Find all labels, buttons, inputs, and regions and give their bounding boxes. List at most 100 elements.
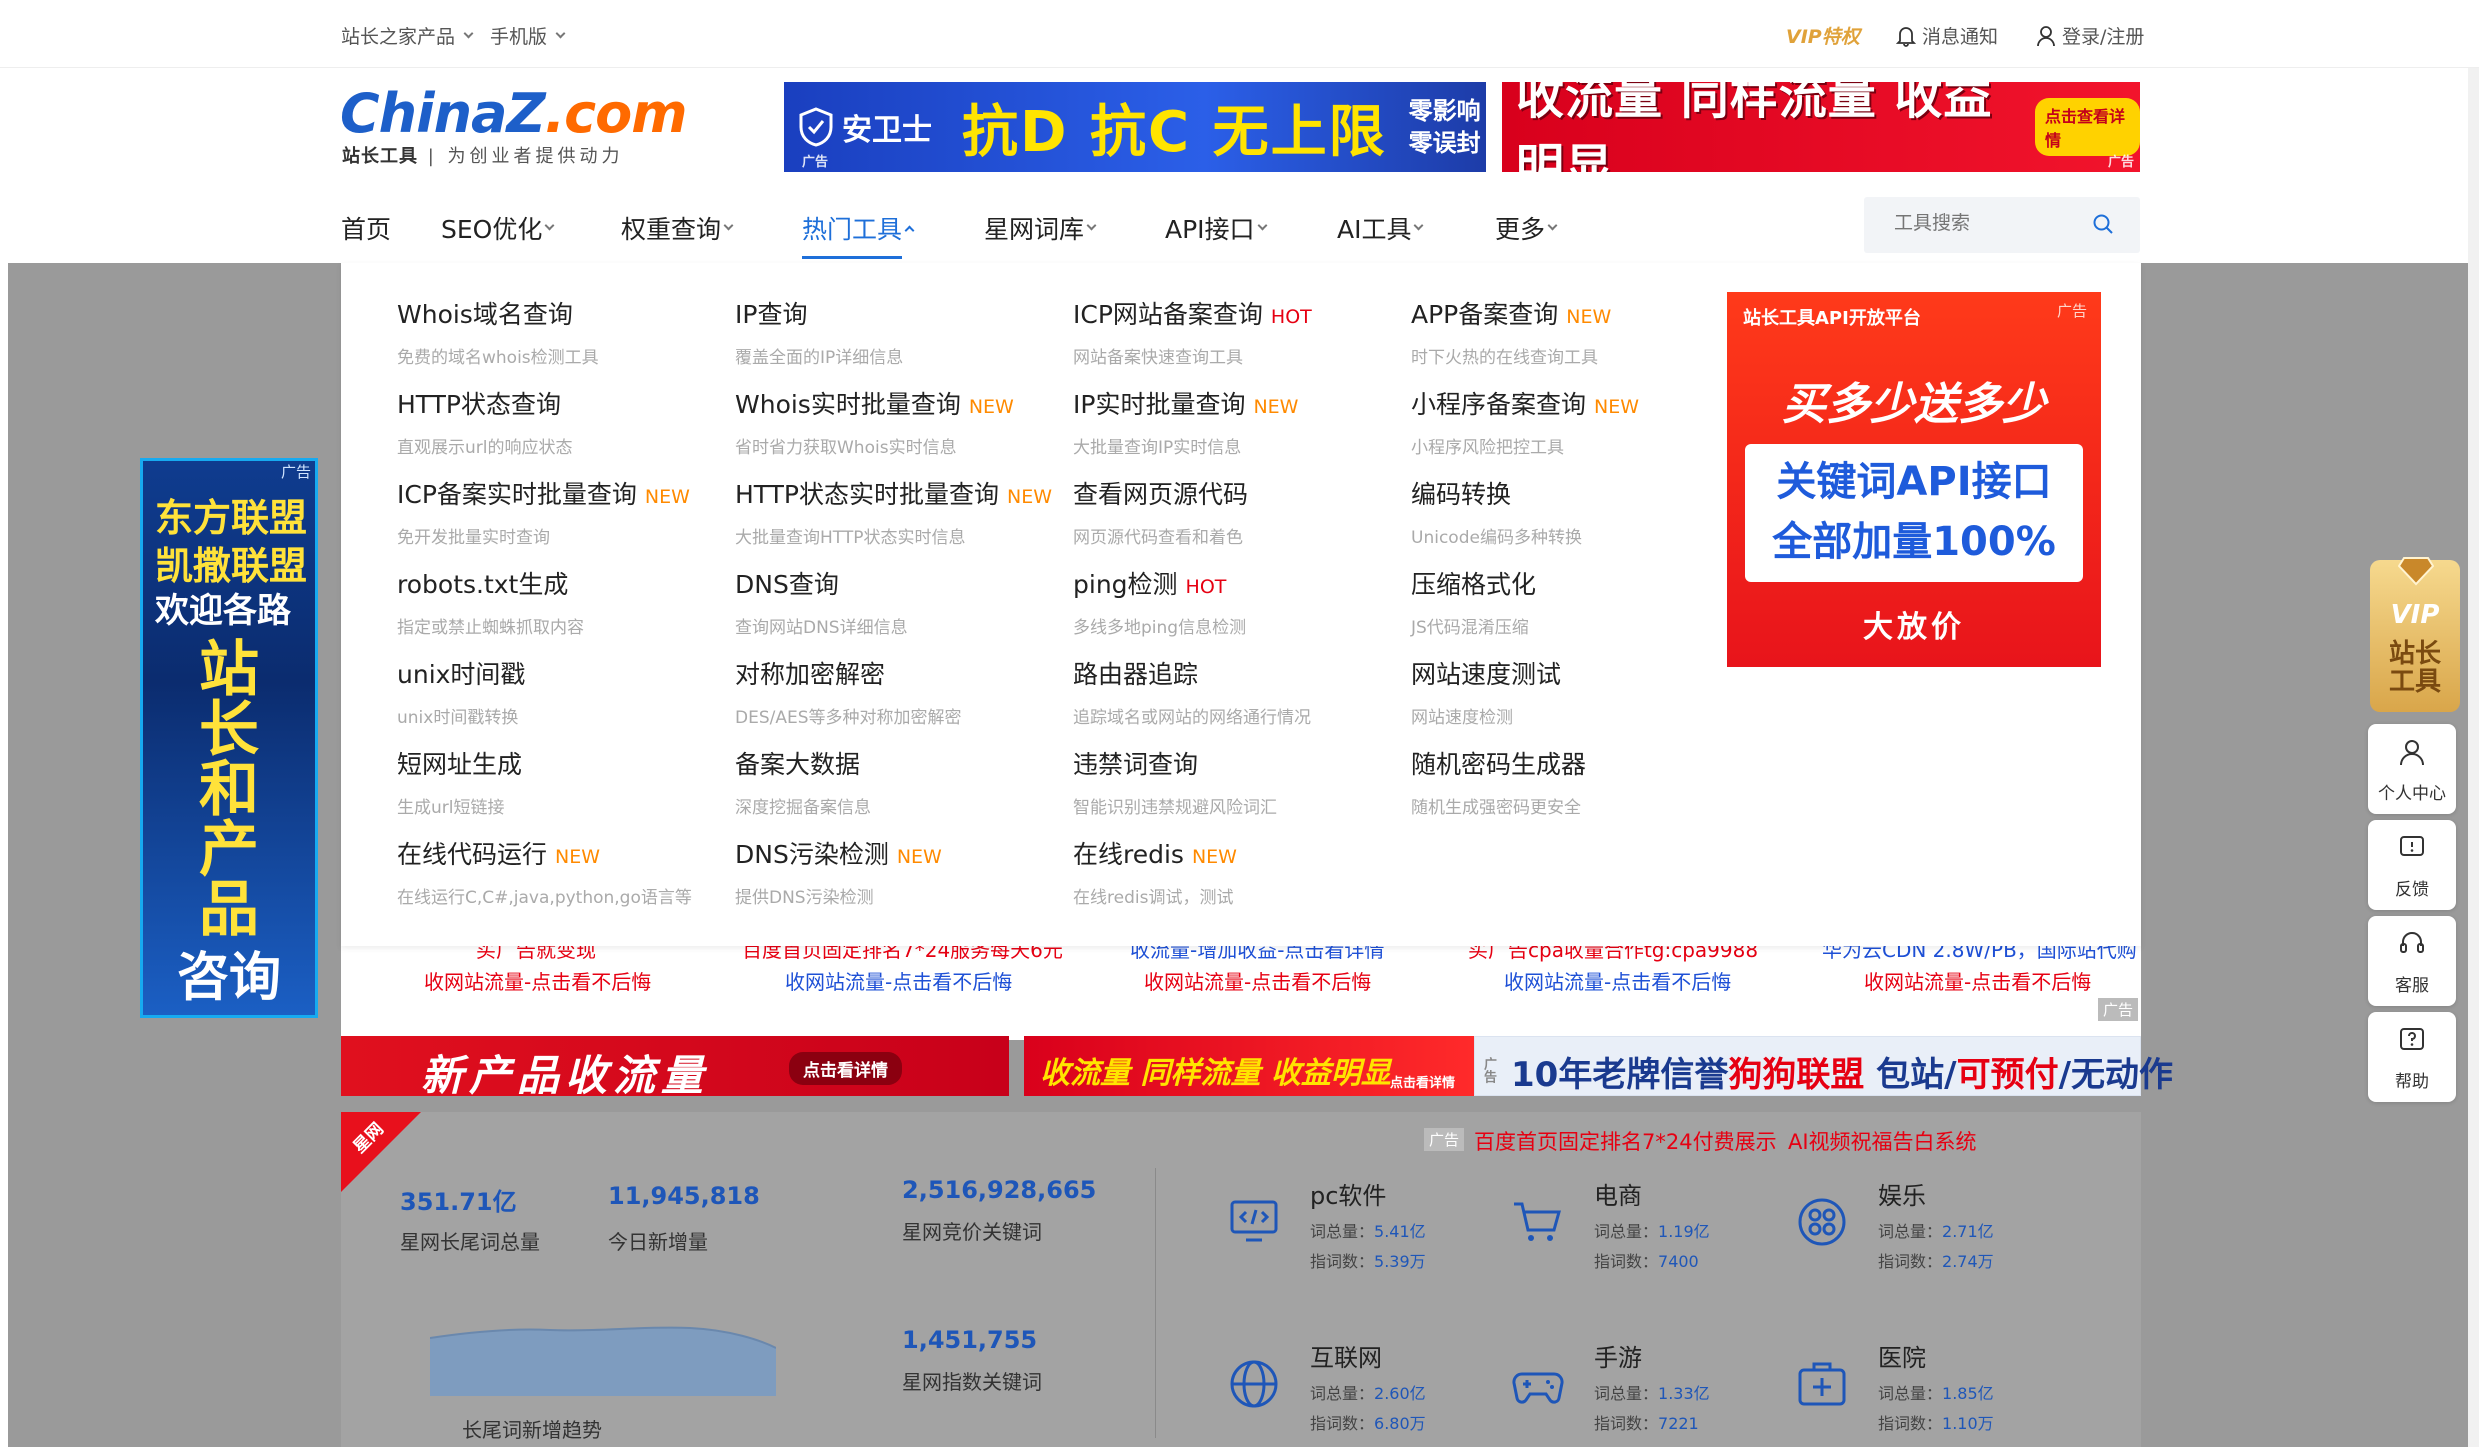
- nav-hot-tools[interactable]: 热门工具: [802, 210, 915, 246]
- nav-more[interactable]: 更多: [1495, 210, 1558, 246]
- side-ad-alliance[interactable]: 广告 东方联盟 凯撒联盟 欢迎各路 站 长 和 产 品 咨询: [140, 458, 318, 1018]
- cart-icon: [1514, 1202, 1561, 1241]
- category-card[interactable]: 电商 词总量：1.19亿 指词数：7400: [1510, 1168, 1770, 1288]
- tool-item[interactable]: 在线redis NEW 在线redis调试，测试: [1073, 835, 1393, 908]
- vip-link[interactable]: VIP特权: [1786, 22, 1860, 49]
- tool-item[interactable]: DNS查询 查询网站DNS详细信息: [735, 565, 1055, 638]
- tool-item[interactable]: Whois实时批量查询 NEW 省时省力获取Whois实时信息: [735, 385, 1055, 458]
- bid-label: 星网竞价关键词: [902, 1220, 1042, 1244]
- tool-item[interactable]: ICP网站备案查询 HOT 网站备案快速查询工具: [1073, 295, 1393, 368]
- category-total-line: 词总量：1.19亿: [1594, 1218, 1710, 1242]
- category-card[interactable]: pc软件 词总量：5.41亿 指词数：5.39万: [1226, 1168, 1486, 1288]
- tool-name-text: 编码转换: [1411, 480, 1512, 509]
- login-link[interactable]: 登录/注册: [2036, 22, 2144, 49]
- promo-link[interactable]: 百度首页固定排名7*24付费展示: [1474, 1126, 1777, 1156]
- ad-link[interactable]: 收网站流量-点击看不后悔: [1144, 966, 1371, 995]
- tool-name-text: 网站速度测试: [1411, 660, 1562, 689]
- tool-item[interactable]: ping检测 HOT 多线多地ping信息检测: [1073, 565, 1393, 638]
- notify-link[interactable]: 消息通知: [1896, 22, 1998, 49]
- float-personal-center[interactable]: 个人中心: [2368, 724, 2456, 814]
- tool-item[interactable]: APP备案查询 NEW 时下火热的在线查询工具: [1411, 295, 1731, 368]
- new-badge: NEW: [644, 486, 690, 508]
- ad-banner-anti-ddos[interactable]: 安卫士 抗D 抗C 无上限 零影响 零误封 广告: [784, 82, 1486, 172]
- products-menu[interactable]: 站长之家产品: [341, 22, 474, 49]
- tool-item[interactable]: Whois域名查询 免费的域名whois检测工具: [397, 295, 717, 368]
- category-total-line: 词总量：2.71亿: [1878, 1218, 1994, 1242]
- mobile-menu[interactable]: 手机版: [490, 22, 566, 49]
- tool-item[interactable]: 查看网页源代码 网页源代码查看和着色: [1073, 475, 1393, 548]
- notify-label: 消息通知: [1922, 26, 1999, 48]
- ad-banner-new-product[interactable]: 新产品收流量 点击看详情: [341, 1036, 1009, 1100]
- ad-link[interactable]: 收网站流量-点击看不后悔: [424, 966, 651, 995]
- category-index-label: 指词数：: [1878, 1252, 1943, 1271]
- tool-name-text: 违禁词查询: [1073, 750, 1199, 779]
- float-help[interactable]: 帮助: [2368, 1012, 2456, 1102]
- tool-item[interactable]: DNS污染检测 NEW 提供DNS污染检测: [735, 835, 1055, 908]
- tool-name-text: DNS查询: [735, 570, 839, 599]
- bell-icon: [1896, 26, 1916, 47]
- float-feedback[interactable]: 反馈: [2368, 820, 2456, 910]
- nav-xingwang[interactable]: 星网词库: [984, 210, 1097, 246]
- tool-item[interactable]: IP查询 覆盖全面的IP详细信息: [735, 295, 1055, 368]
- tool-item[interactable]: unix时间戳 unix时间戳转换: [397, 655, 717, 728]
- tool-name-text: ICP网站备案查询: [1073, 300, 1263, 329]
- ad-banner-traffic-small[interactable]: 收流量 同样流量 收益明显 点击看详情: [1024, 1036, 1474, 1096]
- ad-banner-traffic[interactable]: 收流量 同样流量 收益明显 点击查看详情 广告: [1502, 82, 2140, 172]
- ad-link[interactable]: 收网站流量-点击看不后悔: [1504, 966, 1731, 995]
- tool-item[interactable]: HTTP状态实时批量查询 NEW 大批量查询HTTP状态实时信息: [735, 475, 1055, 548]
- scrollbar-track[interactable]: [2468, 0, 2479, 1447]
- nav-weight[interactable]: 权重查询: [621, 210, 734, 246]
- tool-item[interactable]: 短网址生成 生成url短链接: [397, 745, 717, 818]
- tool-item[interactable]: 压缩格式化 JS代码混淆压缩: [1411, 565, 1731, 638]
- category-card[interactable]: 手游 词总量：1.33亿 指词数：7221: [1510, 1330, 1770, 1447]
- tool-item[interactable]: 小程序备案查询 NEW 小程序风险把控工具: [1411, 385, 1731, 458]
- tool-description: 随机生成强密码更安全: [1411, 798, 1581, 818]
- tool-item[interactable]: 对称加密解密 DES/AES等多种对称加密解密: [735, 655, 1055, 728]
- category-total: 2.71亿: [1942, 1222, 1994, 1241]
- promo-link[interactable]: AI视频祝福告白系统: [1788, 1126, 1977, 1156]
- ad-link[interactable]: 收网站流量-点击看不后悔: [785, 966, 1012, 995]
- category-card[interactable]: 互联网 词总量：2.60亿 指词数：6.80万: [1226, 1330, 1486, 1447]
- tool-name-text: ping检测: [1073, 570, 1178, 599]
- ad-label: 广告: [2107, 155, 2134, 170]
- vip-float-sub: 站长工具: [2388, 639, 2441, 697]
- nav-seo-label: SEO优化: [441, 215, 543, 244]
- tool-item[interactable]: HTTP状态查询 直观展示url的响应状态: [397, 385, 717, 458]
- ad-banner-gougou[interactable]: 10年老牌信誉狗狗联盟 包站/可预付/无动作 广告: [1474, 1036, 2173, 1096]
- category-total-line: 词总量：2.60亿: [1310, 1380, 1426, 1404]
- float-service-label: 客服: [2395, 976, 2429, 996]
- category-name: 手游: [1594, 1344, 1642, 1372]
- tool-item[interactable]: 编码转换 Unicode编码多种转换: [1411, 475, 1731, 548]
- chevron-down-icon: [544, 220, 555, 231]
- tool-item[interactable]: ICP备案实时批量查询 NEW 免开发批量实时查询: [397, 475, 717, 548]
- category-name: 娱乐: [1878, 1182, 1926, 1210]
- category-card[interactable]: 医院 词总量：1.85亿 指词数：1.10万: [1794, 1330, 2054, 1447]
- tool-item[interactable]: 路由器追踪 追踪域名或网站的网络通行情况: [1073, 655, 1393, 728]
- api-platform-ad[interactable]: 站长工具API开放平台 广告 买多少送多少 关键词API接口 全部加量100% …: [1727, 292, 2101, 667]
- tool-item[interactable]: robots.txt生成 指定或禁止蜘蛛抓取内容: [397, 565, 717, 638]
- float-feedback-label: 反馈: [2395, 880, 2429, 900]
- tool-name-text: DNS污染检测: [735, 840, 889, 869]
- float-service[interactable]: 客服: [2368, 916, 2456, 1006]
- nav-ai-tools[interactable]: AI工具: [1337, 210, 1424, 246]
- tool-name-text: 小程序备案查询: [1411, 390, 1587, 419]
- tool-item[interactable]: 违禁词查询 智能识别违禁规避风险词汇: [1073, 745, 1393, 818]
- tool-item[interactable]: 随机密码生成器 随机生成强密码更安全: [1411, 745, 1731, 818]
- site-logo[interactable]: ChinaZ.com: [340, 82, 688, 145]
- category-card[interactable]: 娱乐 词总量：2.71亿 指词数：2.74万: [1794, 1168, 2054, 1288]
- nav-home[interactable]: 首页: [341, 210, 391, 246]
- ad-link[interactable]: 收网站流量-点击看不后悔: [1864, 966, 2091, 995]
- tool-item[interactable]: 备案大数据 深度挖掘备案信息: [735, 745, 1055, 818]
- search-icon[interactable]: [2092, 213, 2114, 235]
- bar3-part-a: 10年老牌信誉: [1511, 1055, 1729, 1095]
- bar2-cta: 点击看详情: [1390, 1076, 1456, 1091]
- tool-item[interactable]: 网站速度测试 网站速度检测: [1411, 655, 1731, 728]
- tool-item[interactable]: 在线代码运行 NEW 在线运行C,C#,java,python,go语言等: [397, 835, 717, 908]
- tool-description: 小程序风险把控工具: [1411, 438, 1564, 458]
- nav-api[interactable]: API接口: [1165, 210, 1268, 246]
- tool-item[interactable]: IP实时批量查询 NEW 大批量查询IP实时信息: [1073, 385, 1393, 458]
- vip-float-badge[interactable]: VIP 站长工具: [2370, 557, 2460, 712]
- nav-seo[interactable]: SEO优化: [441, 210, 555, 246]
- ad-label: 广告: [1481, 1057, 1496, 1083]
- tool-search-input[interactable]: [1894, 213, 2094, 235]
